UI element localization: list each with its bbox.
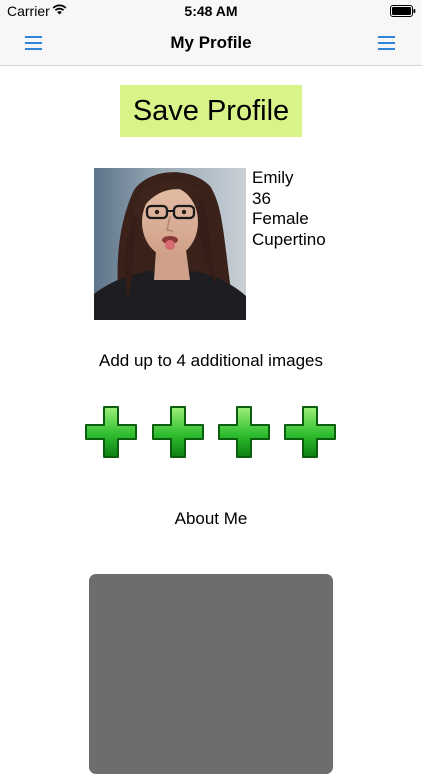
page-title: My Profile [170, 33, 252, 52]
profile-info: Emily 36 Female Cupertino [252, 168, 326, 250]
add-image-button-4[interactable] [283, 405, 337, 459]
hamburger-menu-icon [378, 36, 395, 38]
navigation-bar: My Profile [0, 22, 422, 66]
status-bar: Carrier 5:48 AM [0, 0, 422, 22]
add-image-button-1[interactable] [84, 405, 138, 459]
battery-icon [390, 5, 416, 17]
profile-location: Cupertino [252, 229, 326, 249]
right-menu-button[interactable] [377, 33, 397, 53]
save-profile-button[interactable]: Save Profile [120, 85, 302, 137]
green-plus-icon [218, 406, 270, 458]
add-image-button-2[interactable] [151, 405, 205, 459]
about-me-label: About Me [174, 509, 248, 528]
profile-photo-image [94, 168, 246, 320]
green-plus-icon [284, 406, 336, 458]
hamburger-line [378, 42, 395, 44]
clock-time: 5:48 AM [184, 3, 238, 19]
green-plus-icon [85, 406, 137, 458]
about-me-textbox[interactable] [89, 574, 333, 774]
additional-images-row [84, 405, 342, 461]
profile-name: Emily [252, 168, 294, 187]
profile-age: 36 [252, 188, 271, 208]
add-image-button-3[interactable] [217, 405, 271, 459]
green-plus-icon [152, 406, 204, 458]
additional-images-label: Add up to 4 additional images [99, 351, 323, 370]
hamburger-line [378, 48, 395, 50]
profile-photo[interactable] [94, 168, 246, 320]
profile-gender: Female [252, 209, 309, 228]
